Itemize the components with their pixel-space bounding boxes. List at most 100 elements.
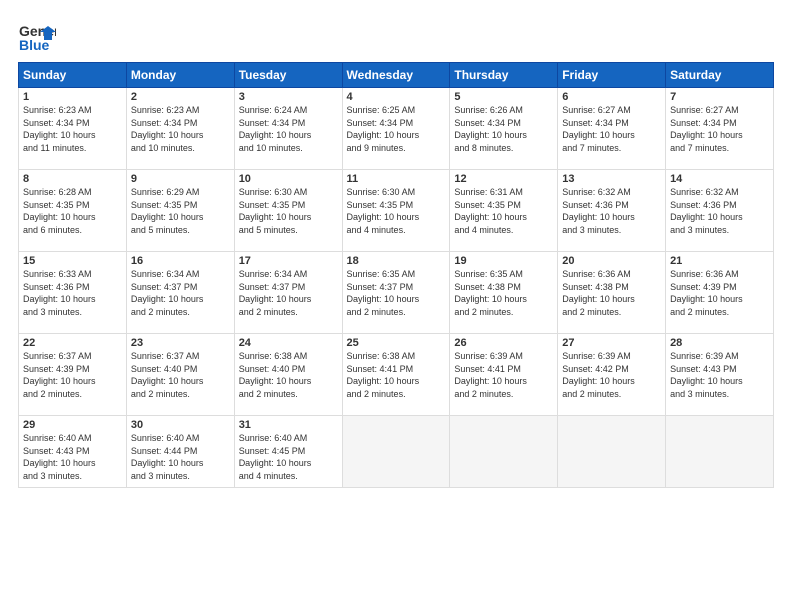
- day-info: Sunrise: 6:37 AM Sunset: 4:39 PM Dayligh…: [23, 350, 122, 400]
- calendar-day-cell: 4Sunrise: 6:25 AM Sunset: 4:34 PM Daylig…: [342, 88, 450, 170]
- day-info: Sunrise: 6:36 AM Sunset: 4:38 PM Dayligh…: [562, 268, 661, 318]
- day-info: Sunrise: 6:35 AM Sunset: 4:38 PM Dayligh…: [454, 268, 553, 318]
- calendar-day-cell: 2Sunrise: 6:23 AM Sunset: 4:34 PM Daylig…: [126, 88, 234, 170]
- page-container: General Blue SundayMondayTuesdayWednesda…: [0, 0, 792, 612]
- day-info: Sunrise: 6:27 AM Sunset: 4:34 PM Dayligh…: [562, 104, 661, 154]
- day-number: 11: [347, 173, 446, 185]
- day-number: 1: [23, 91, 122, 103]
- day-info: Sunrise: 6:40 AM Sunset: 4:44 PM Dayligh…: [131, 432, 230, 482]
- day-number: 27: [562, 337, 661, 349]
- day-of-week-header: Sunday: [19, 63, 127, 88]
- day-number: 31: [239, 419, 338, 431]
- day-number: 7: [670, 91, 769, 103]
- calendar-day-cell: [666, 416, 774, 488]
- day-of-week-header: Tuesday: [234, 63, 342, 88]
- calendar-day-cell: 8Sunrise: 6:28 AM Sunset: 4:35 PM Daylig…: [19, 170, 127, 252]
- day-number: 18: [347, 255, 446, 267]
- day-number: 16: [131, 255, 230, 267]
- day-info: Sunrise: 6:31 AM Sunset: 4:35 PM Dayligh…: [454, 186, 553, 236]
- calendar-day-cell: 17Sunrise: 6:34 AM Sunset: 4:37 PM Dayli…: [234, 252, 342, 334]
- calendar-day-cell: 31Sunrise: 6:40 AM Sunset: 4:45 PM Dayli…: [234, 416, 342, 488]
- calendar-week-row: 15Sunrise: 6:33 AM Sunset: 4:36 PM Dayli…: [19, 252, 774, 334]
- day-of-week-header: Thursday: [450, 63, 558, 88]
- day-info: Sunrise: 6:30 AM Sunset: 4:35 PM Dayligh…: [347, 186, 446, 236]
- day-number: 17: [239, 255, 338, 267]
- day-number: 9: [131, 173, 230, 185]
- day-number: 12: [454, 173, 553, 185]
- calendar-day-cell: 29Sunrise: 6:40 AM Sunset: 4:43 PM Dayli…: [19, 416, 127, 488]
- day-info: Sunrise: 6:23 AM Sunset: 4:34 PM Dayligh…: [131, 104, 230, 154]
- day-info: Sunrise: 6:36 AM Sunset: 4:39 PM Dayligh…: [670, 268, 769, 318]
- day-info: Sunrise: 6:27 AM Sunset: 4:34 PM Dayligh…: [670, 104, 769, 154]
- day-number: 29: [23, 419, 122, 431]
- calendar-week-row: 29Sunrise: 6:40 AM Sunset: 4:43 PM Dayli…: [19, 416, 774, 488]
- day-info: Sunrise: 6:26 AM Sunset: 4:34 PM Dayligh…: [454, 104, 553, 154]
- day-number: 15: [23, 255, 122, 267]
- calendar-day-cell: 18Sunrise: 6:35 AM Sunset: 4:37 PM Dayli…: [342, 252, 450, 334]
- day-number: 3: [239, 91, 338, 103]
- day-info: Sunrise: 6:28 AM Sunset: 4:35 PM Dayligh…: [23, 186, 122, 236]
- day-info: Sunrise: 6:25 AM Sunset: 4:34 PM Dayligh…: [347, 104, 446, 154]
- day-info: Sunrise: 6:39 AM Sunset: 4:41 PM Dayligh…: [454, 350, 553, 400]
- day-of-week-header: Friday: [558, 63, 666, 88]
- calendar-day-cell: 12Sunrise: 6:31 AM Sunset: 4:35 PM Dayli…: [450, 170, 558, 252]
- day-number: 28: [670, 337, 769, 349]
- day-number: 5: [454, 91, 553, 103]
- day-info: Sunrise: 6:39 AM Sunset: 4:43 PM Dayligh…: [670, 350, 769, 400]
- calendar-day-cell: 7Sunrise: 6:27 AM Sunset: 4:34 PM Daylig…: [666, 88, 774, 170]
- calendar-day-cell: 28Sunrise: 6:39 AM Sunset: 4:43 PM Dayli…: [666, 334, 774, 416]
- calendar-day-cell: [558, 416, 666, 488]
- logo-icon: General Blue: [18, 18, 56, 56]
- day-info: Sunrise: 6:38 AM Sunset: 4:40 PM Dayligh…: [239, 350, 338, 400]
- calendar-day-cell: 10Sunrise: 6:30 AM Sunset: 4:35 PM Dayli…: [234, 170, 342, 252]
- calendar-day-cell: 13Sunrise: 6:32 AM Sunset: 4:36 PM Dayli…: [558, 170, 666, 252]
- day-info: Sunrise: 6:35 AM Sunset: 4:37 PM Dayligh…: [347, 268, 446, 318]
- calendar-day-cell: 3Sunrise: 6:24 AM Sunset: 4:34 PM Daylig…: [234, 88, 342, 170]
- day-number: 25: [347, 337, 446, 349]
- calendar-day-cell: 11Sunrise: 6:30 AM Sunset: 4:35 PM Dayli…: [342, 170, 450, 252]
- day-info: Sunrise: 6:39 AM Sunset: 4:42 PM Dayligh…: [562, 350, 661, 400]
- calendar-day-cell: 16Sunrise: 6:34 AM Sunset: 4:37 PM Dayli…: [126, 252, 234, 334]
- calendar-day-cell: 23Sunrise: 6:37 AM Sunset: 4:40 PM Dayli…: [126, 334, 234, 416]
- day-number: 20: [562, 255, 661, 267]
- day-number: 22: [23, 337, 122, 349]
- day-of-week-header: Wednesday: [342, 63, 450, 88]
- calendar-day-cell: 21Sunrise: 6:36 AM Sunset: 4:39 PM Dayli…: [666, 252, 774, 334]
- day-number: 13: [562, 173, 661, 185]
- day-info: Sunrise: 6:32 AM Sunset: 4:36 PM Dayligh…: [562, 186, 661, 236]
- day-info: Sunrise: 6:40 AM Sunset: 4:43 PM Dayligh…: [23, 432, 122, 482]
- day-info: Sunrise: 6:34 AM Sunset: 4:37 PM Dayligh…: [239, 268, 338, 318]
- day-info: Sunrise: 6:30 AM Sunset: 4:35 PM Dayligh…: [239, 186, 338, 236]
- day-number: 2: [131, 91, 230, 103]
- calendar-day-cell: 26Sunrise: 6:39 AM Sunset: 4:41 PM Dayli…: [450, 334, 558, 416]
- calendar-day-cell: 6Sunrise: 6:27 AM Sunset: 4:34 PM Daylig…: [558, 88, 666, 170]
- calendar-day-cell: 5Sunrise: 6:26 AM Sunset: 4:34 PM Daylig…: [450, 88, 558, 170]
- day-of-week-header: Monday: [126, 63, 234, 88]
- day-number: 30: [131, 419, 230, 431]
- day-info: Sunrise: 6:24 AM Sunset: 4:34 PM Dayligh…: [239, 104, 338, 154]
- calendar-week-row: 8Sunrise: 6:28 AM Sunset: 4:35 PM Daylig…: [19, 170, 774, 252]
- calendar-day-cell: 20Sunrise: 6:36 AM Sunset: 4:38 PM Dayli…: [558, 252, 666, 334]
- header: General Blue: [18, 18, 774, 56]
- day-of-week-header: Saturday: [666, 63, 774, 88]
- day-info: Sunrise: 6:29 AM Sunset: 4:35 PM Dayligh…: [131, 186, 230, 236]
- calendar-day-cell: 24Sunrise: 6:38 AM Sunset: 4:40 PM Dayli…: [234, 334, 342, 416]
- calendar-day-cell: [342, 416, 450, 488]
- calendar-day-cell: 25Sunrise: 6:38 AM Sunset: 4:41 PM Dayli…: [342, 334, 450, 416]
- calendar-day-cell: 15Sunrise: 6:33 AM Sunset: 4:36 PM Dayli…: [19, 252, 127, 334]
- logo: General Blue: [18, 18, 56, 56]
- day-number: 4: [347, 91, 446, 103]
- calendar-day-cell: 9Sunrise: 6:29 AM Sunset: 4:35 PM Daylig…: [126, 170, 234, 252]
- calendar-header-row: SundayMondayTuesdayWednesdayThursdayFrid…: [19, 63, 774, 88]
- day-info: Sunrise: 6:34 AM Sunset: 4:37 PM Dayligh…: [131, 268, 230, 318]
- calendar-week-row: 1 Sunrise: 6:23 AM Sunset: 4:34 PM Daylig…: [19, 88, 774, 170]
- calendar-table: SundayMondayTuesdayWednesdayThursdayFrid…: [18, 62, 774, 488]
- calendar-day-cell: 1Sunrise: 6:23 AM Sunset: 4:34 PM Daylig…: [19, 88, 127, 170]
- day-info: Sunrise: 6:38 AM Sunset: 4:41 PM Dayligh…: [347, 350, 446, 400]
- day-number: 6: [562, 91, 661, 103]
- day-number: 21: [670, 255, 769, 267]
- day-info: Sunrise: 6:33 AM Sunset: 4:36 PM Dayligh…: [23, 268, 122, 318]
- day-info: Sunrise: 6:32 AM Sunset: 4:36 PM Dayligh…: [670, 186, 769, 236]
- day-number: 19: [454, 255, 553, 267]
- calendar-day-cell: [450, 416, 558, 488]
